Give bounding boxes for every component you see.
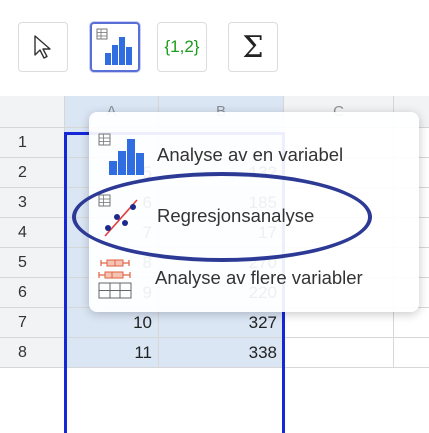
selection-border	[64, 132, 67, 433]
create-list-tool-button[interactable]: {1,2}	[157, 22, 207, 72]
cell-b[interactable]: 327	[159, 308, 284, 337]
cursor-arrow-icon	[34, 35, 51, 59]
row-header[interactable]: 2	[0, 158, 65, 187]
menu-item-label: Regresjonsanalyse	[157, 205, 315, 226]
cell-b[interactable]: 338	[159, 338, 284, 367]
row-header[interactable]: 4	[0, 218, 65, 247]
toolbar: {1,2} Σ	[0, 0, 429, 96]
row-header[interactable]: 7	[0, 308, 65, 337]
analysis-tool-button[interactable]	[90, 22, 140, 72]
corner-cell[interactable]	[0, 96, 65, 127]
regression-analysis-icon	[98, 194, 138, 237]
menu-item-label: Analyse av flere variabler	[155, 267, 363, 288]
row-header[interactable]: 5	[0, 248, 65, 277]
row-header[interactable]: 6	[0, 278, 65, 307]
cell-a[interactable]: 10	[65, 308, 159, 337]
sigma-icon: Σ	[242, 29, 264, 65]
sum-tool-button[interactable]: Σ	[228, 22, 278, 72]
cell-a[interactable]: 11	[65, 338, 159, 367]
one-variable-analysis-icon	[98, 133, 144, 175]
list-braces-icon: {1,2}	[164, 37, 200, 56]
row-header[interactable]: 1	[0, 128, 65, 157]
cell-c[interactable]	[284, 338, 394, 367]
menu-item-label: Analyse av en variabel	[157, 144, 344, 165]
row-header[interactable]: 8	[0, 338, 65, 367]
menu-item-regression-analysis[interactable]: Regresjonsanalyse	[89, 188, 419, 244]
move-tool-button[interactable]	[18, 22, 68, 72]
bar-chart-icon	[96, 28, 132, 65]
analysis-tool-menu: Analyse av en variabel Regresjonsanalyse	[89, 112, 419, 312]
cell-c[interactable]	[284, 308, 394, 337]
multi-variable-analysis-icon	[98, 259, 132, 299]
menu-item-one-variable-analysis[interactable]: Analyse av en variabel	[89, 127, 419, 183]
row-header[interactable]: 3	[0, 188, 65, 217]
menu-item-multi-variable-analysis[interactable]: Analyse av flere variabler	[89, 250, 419, 306]
